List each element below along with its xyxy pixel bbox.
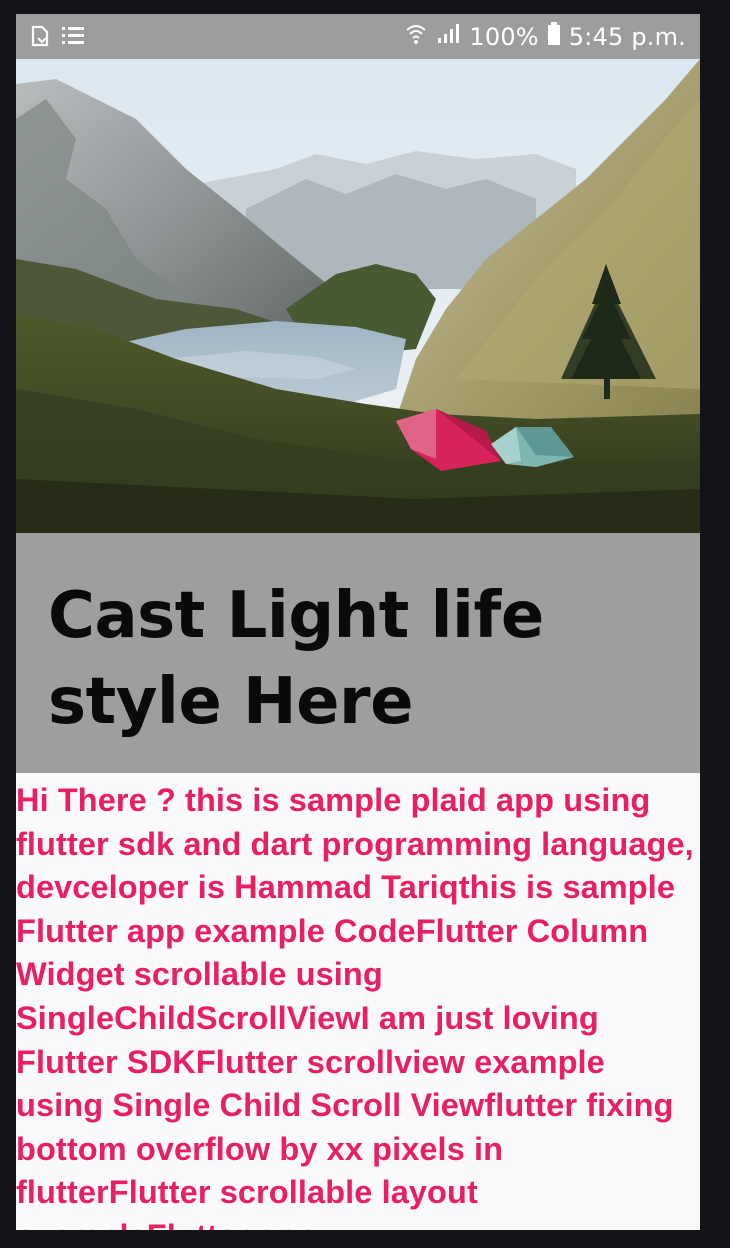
title-banner: Cast Light life style Here (16, 533, 700, 773)
hero-image (16, 59, 700, 533)
body-paragraph: Hi There ? this is sample plaid app usin… (16, 782, 694, 1230)
mountain-landscape-illustration (16, 59, 700, 533)
status-right-group: 100% 5:45 p.m. (405, 14, 686, 59)
notification-icon (30, 24, 50, 52)
wifi-icon (405, 22, 427, 52)
clock: 5:45 p.m. (568, 22, 686, 51)
list-icon (60, 24, 86, 52)
status-bar: 100% 5:45 p.m. (16, 14, 700, 59)
page-title: Cast Light life style Here (48, 579, 544, 739)
app-screen: 100% 5:45 p.m. Cast Light life style Her… (16, 14, 700, 1230)
battery-percent: 100% (469, 22, 539, 51)
signal-icon (435, 22, 461, 52)
battery-icon (547, 21, 561, 53)
status-left-icons (30, 24, 86, 52)
